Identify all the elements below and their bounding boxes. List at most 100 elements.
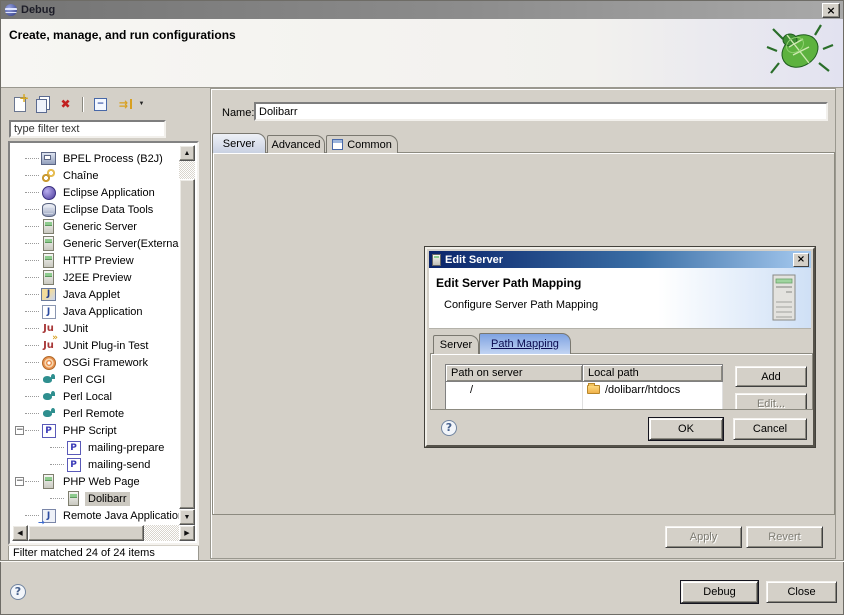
tree-vertical-scrollbar[interactable]: ▲ ▼ xyxy=(179,145,195,525)
tab-common[interactable]: Common xyxy=(326,135,398,153)
tree-item[interactable]: mailing-send xyxy=(12,456,179,473)
tree-item[interactable]: J2EE Preview xyxy=(12,269,179,286)
bug-icon xyxy=(763,21,835,81)
scroll-up-button[interactable]: ▲ xyxy=(179,145,195,161)
tree-item[interactable]: Java Application xyxy=(12,303,179,320)
tree-item[interactable]: JUnit xyxy=(12,320,179,337)
tree-item[interactable]: Generic Server xyxy=(12,218,179,235)
collapse-toggle-icon[interactable]: − xyxy=(15,477,24,486)
server-tower-icon xyxy=(769,273,799,323)
scroll-right-button[interactable]: ▶ xyxy=(179,525,195,541)
tree-item[interactable]: Perl Local xyxy=(12,388,179,405)
php-icon xyxy=(66,457,81,472)
window-titlebar: Debug × xyxy=(1,1,843,19)
debug-button[interactable]: Debug xyxy=(681,581,758,603)
edit-server-header: Edit Server Path Mapping Configure Serve… xyxy=(429,268,811,329)
dialog-help-button[interactable]: ? xyxy=(441,420,457,436)
eclipse-icon xyxy=(5,4,17,16)
tree-item[interactable]: Eclipse Data Tools xyxy=(12,201,179,218)
edit-server-titlebar: Edit Server × xyxy=(429,251,811,268)
php-icon xyxy=(41,423,56,438)
tab-server-settings[interactable]: Server xyxy=(433,335,479,354)
java-applet-icon xyxy=(41,287,56,302)
server-icon xyxy=(41,219,56,234)
php-icon xyxy=(66,440,81,455)
cancel-button[interactable]: Cancel xyxy=(733,418,807,440)
table-icon xyxy=(332,139,343,150)
tab-advanced[interactable]: Advanced xyxy=(267,135,325,153)
column-local-path[interactable]: Local path xyxy=(583,365,723,382)
config-tree: BPEL Process (B2J)ChaîneEclipse Applicat… xyxy=(12,145,179,525)
tree-item[interactable]: mailing-prepare xyxy=(12,439,179,456)
apply-button: Apply xyxy=(665,526,742,548)
filter-icon[interactable] xyxy=(112,94,135,114)
java-application-icon xyxy=(41,304,56,319)
tree-item[interactable]: Eclipse Application xyxy=(12,184,179,201)
tab-server[interactable]: Server xyxy=(212,133,266,153)
folder-icon xyxy=(587,385,600,394)
edit-mapping-button: Edit... xyxy=(735,393,807,410)
window-close-button[interactable]: × xyxy=(822,3,840,18)
window-title: Debug xyxy=(21,4,55,16)
edit-server-close-button[interactable]: × xyxy=(793,253,809,267)
collapse-toggle-icon[interactable]: − xyxy=(15,426,24,435)
tree-item[interactable]: Perl CGI xyxy=(12,371,179,388)
server-icon xyxy=(41,236,56,251)
help-button[interactable]: ? xyxy=(10,584,26,600)
tree-item[interactable]: BPEL Process (B2J) xyxy=(12,150,179,167)
ok-button[interactable]: OK xyxy=(649,418,723,440)
chain-icon xyxy=(41,168,56,183)
footer-separator xyxy=(0,560,844,562)
dropdown-arrow-icon[interactable] xyxy=(135,94,148,114)
tree-item[interactable]: Java Applet xyxy=(12,286,179,303)
configurations-tree-panel: BPEL Process (B2J)ChaîneEclipse Applicat… xyxy=(8,141,199,545)
tree-item[interactable]: Dolibarr xyxy=(12,490,179,507)
tree-item[interactable]: −PHP Script xyxy=(12,422,179,439)
page-title: Create, manage, and run configurations xyxy=(9,28,236,42)
perl-icon xyxy=(41,372,56,387)
server-icon xyxy=(66,491,81,506)
column-path-on-server[interactable]: Path on server xyxy=(446,365,583,382)
tree-item[interactable]: Remote Java Application xyxy=(12,507,179,524)
bpel-process-icon xyxy=(41,151,56,166)
collapse-all-icon[interactable] xyxy=(89,94,112,114)
path-mapping-table-body: //dolibarr/htdocs xyxy=(446,382,723,411)
server-icon xyxy=(41,270,56,285)
revert-button: Revert xyxy=(746,526,823,548)
tree-item[interactable]: Perl Remote xyxy=(12,405,179,422)
filter-input[interactable] xyxy=(9,120,166,138)
remote-java-icon xyxy=(41,508,56,523)
vertical-scroll-thumb[interactable] xyxy=(179,179,195,509)
server-icon xyxy=(41,474,56,489)
path-mapping-table: Path on server Local path //dolibarr/htd… xyxy=(445,364,723,410)
tab-path-mapping[interactable]: Path Mapping xyxy=(479,333,571,354)
junit-plugin-icon xyxy=(41,338,56,353)
tree-item[interactable]: OSGi Framework xyxy=(12,354,179,371)
server-icon xyxy=(432,254,441,266)
tree-item[interactable]: −PHP Web Page xyxy=(12,473,179,490)
configurations-toolbar xyxy=(8,93,148,115)
path-mapping-page: Path on server Local path //dolibarr/htd… xyxy=(430,353,813,410)
close-button[interactable]: Close xyxy=(766,581,837,603)
horizontal-scroll-thumb[interactable] xyxy=(28,525,144,541)
perl-icon xyxy=(41,406,56,421)
scroll-down-button[interactable]: ▼ xyxy=(179,509,195,525)
delete-icon[interactable] xyxy=(54,94,77,114)
duplicate-icon[interactable] xyxy=(31,94,54,114)
tree-item[interactable]: JUnit Plug-in Test xyxy=(12,337,179,354)
tree-item[interactable]: Generic Server(External La xyxy=(12,235,179,252)
tree-item[interactable]: HTTP Preview xyxy=(12,252,179,269)
edit-server-dialog: Edit Server × Edit Server Path Mapping C… xyxy=(425,247,815,447)
edit-server-title: Edit Server xyxy=(445,254,503,266)
tree-horizontal-scrollbar[interactable]: ◀ ▶ xyxy=(12,525,195,541)
dialog-header-band: Create, manage, and run configurations xyxy=(1,19,843,88)
scroll-left-button[interactable]: ◀ xyxy=(12,525,28,541)
name-input[interactable] xyxy=(254,102,828,121)
new-configuration-icon[interactable] xyxy=(8,94,31,114)
tree-item[interactable]: Chaîne xyxy=(12,167,179,184)
debug-configurations-window: Debug × Create, manage, and run configur… xyxy=(0,0,844,615)
path-mapping-row[interactable]: //dolibarr/htdocs xyxy=(446,382,723,399)
add-mapping-button[interactable]: Add xyxy=(735,366,807,387)
dialog-subheading: Configure Server Path Mapping xyxy=(444,299,598,311)
dialog-heading: Edit Server Path Mapping xyxy=(436,276,581,290)
